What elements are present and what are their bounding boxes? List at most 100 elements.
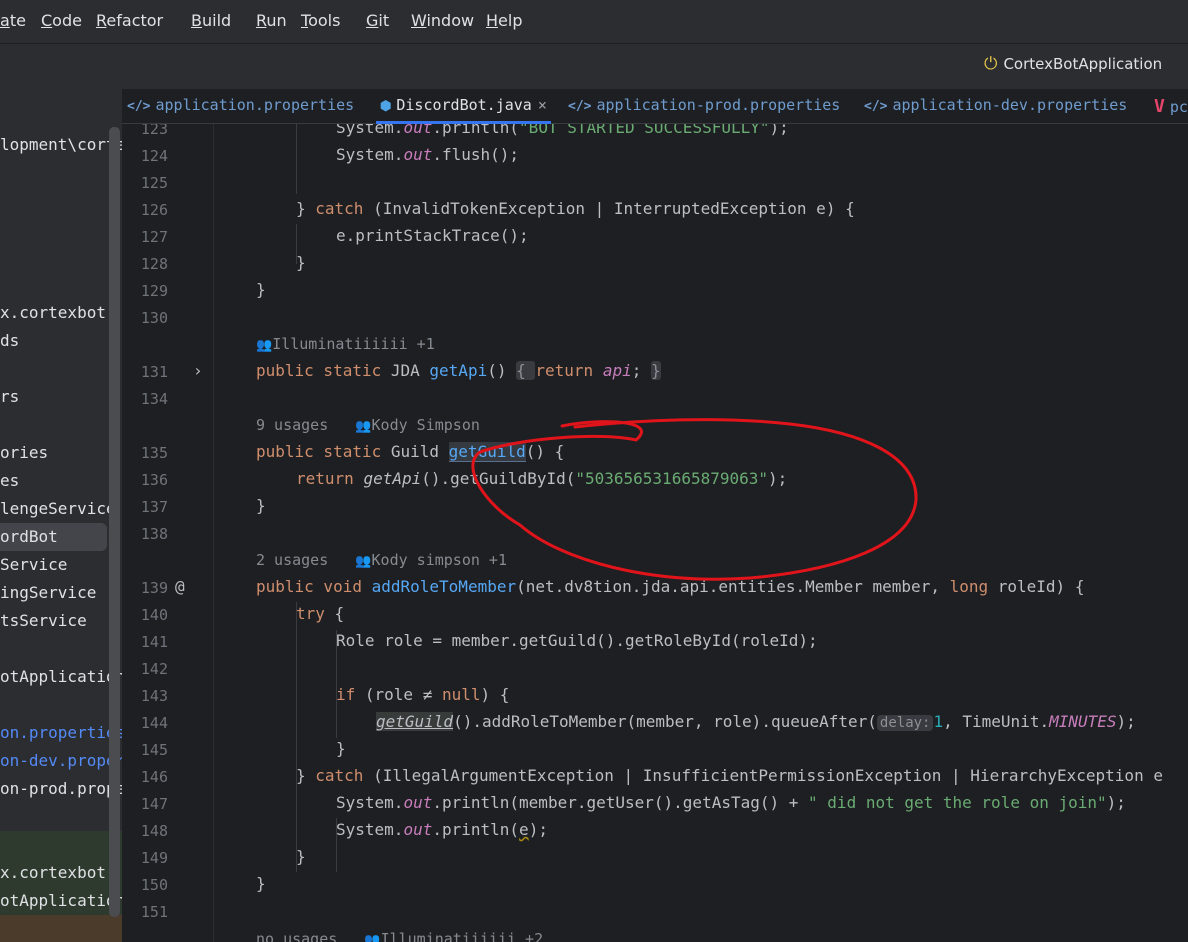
- code-token: out: [403, 820, 433, 839]
- menu-window[interactable]: Window: [411, 11, 474, 30]
- line-number: 150: [140, 876, 168, 894]
- menu-help[interactable]: Help: [486, 11, 522, 30]
- code-token: );: [1116, 712, 1136, 731]
- properties-file-icon: </>: [568, 99, 592, 114]
- code-line-123: System.out.println("BOT STARTED SUCCESSF…: [336, 124, 789, 137]
- tree-item[interactable]: es: [0, 467, 19, 495]
- indent-guide: [296, 124, 297, 194]
- tab-application-dev-properties[interactable]: </> application-dev.properties: [864, 96, 1127, 114]
- code-token: , TimeUnit.: [943, 712, 1050, 731]
- tree-item[interactable]: x.cortexbot: [0, 299, 106, 327]
- menu-tools[interactable]: Tools: [301, 11, 340, 30]
- tab-application-properties[interactable]: </> application.properties: [127, 96, 354, 114]
- code-token: catch: [315, 766, 364, 785]
- code-line-128: }: [296, 253, 306, 272]
- run-configuration-selector[interactable]: ⏻ CortexBotApplication: [984, 54, 1162, 74]
- menu-run[interactable]: Run: [256, 11, 287, 30]
- tab-discordbot-java[interactable]: ⬢ DiscordBot.java ×: [376, 96, 551, 124]
- tree-item[interactable]: x.cortexbot: [0, 859, 106, 887]
- tree-item[interactable]: on-dev.properties: [0, 747, 122, 775]
- code-token: roleId) {: [988, 577, 1085, 596]
- close-tab-icon[interactable]: ×: [538, 96, 547, 114]
- tree-item[interactable]: ds: [0, 327, 19, 355]
- tree-item[interactable]: ingService: [0, 579, 96, 607]
- code-line-131: public static JDA getApi() { return api;…: [256, 361, 661, 380]
- tab-overflow[interactable]: Vpc: [1154, 96, 1188, 117]
- menu-git[interactable]: Git: [366, 11, 389, 30]
- line-number: 141: [140, 633, 168, 651]
- code-token: "503656531665879063": [575, 469, 769, 488]
- tree-item[interactable]: ories: [0, 439, 48, 467]
- code-token: System.: [336, 820, 404, 839]
- code-token: public void: [256, 577, 362, 596]
- tree-item[interactable]: tsService: [0, 607, 87, 635]
- code-token: System.: [336, 793, 404, 812]
- code-token: catch: [315, 199, 364, 218]
- code-token: if: [336, 685, 356, 704]
- tab-application-prod-properties[interactable]: </> application-prod.properties: [568, 96, 840, 114]
- code-token: MINUTES: [1049, 712, 1117, 731]
- code-token: ().getGuildById(: [421, 469, 576, 488]
- line-number: 136: [140, 471, 168, 489]
- usages-hint[interactable]: 2 usages 👥Kody simpson +1: [256, 551, 507, 569]
- tree-item[interactable]: lengeService: [0, 495, 116, 523]
- tree-item[interactable]: Service: [0, 551, 67, 579]
- line-number: 123: [140, 124, 168, 138]
- code-token: }: [296, 766, 316, 785]
- line-number: 147: [140, 795, 168, 813]
- code-token: null: [441, 685, 481, 704]
- line-number: 129: [140, 282, 168, 300]
- tree-item[interactable]: rs: [0, 383, 19, 411]
- code-line-126: } catch (InvalidTokenException | Interru…: [296, 199, 855, 218]
- tab-label: application.properties: [155, 96, 355, 114]
- code-token: e: [519, 820, 529, 839]
- expand-fold-icon[interactable]: ›: [193, 361, 203, 380]
- code-token: );: [769, 124, 789, 137]
- tree-item[interactable]: lopment\cortex: [0, 131, 122, 159]
- code-token: public static: [256, 442, 382, 461]
- properties-file-icon: </>: [864, 99, 888, 114]
- menu-build[interactable]: Build: [191, 11, 231, 30]
- code-line-145: }: [336, 739, 346, 758]
- code-editor[interactable]: 123 124 125 126 127 128 129 130 131 134 …: [122, 124, 1188, 942]
- code-line-140: try {: [296, 604, 344, 623]
- line-number: 151: [140, 903, 168, 921]
- line-number: 130: [140, 309, 168, 327]
- folded-region[interactable]: }: [650, 361, 661, 380]
- code-token: .println(: [432, 124, 520, 137]
- code-token: api: [602, 361, 632, 380]
- menu-refactor[interactable]: Refactor: [96, 11, 163, 30]
- folded-region[interactable]: {: [516, 361, 536, 380]
- code-token: out: [403, 145, 433, 164]
- author-hint[interactable]: 👥Illuminatiiiiii +1: [256, 335, 435, 353]
- line-number: 127: [140, 228, 168, 246]
- tree-item[interactable]: on-prod.properties: [0, 775, 122, 803]
- line-number: 137: [140, 498, 168, 516]
- override-marker-icon[interactable]: @: [175, 577, 185, 596]
- menu-code[interactable]: Code: [41, 11, 82, 30]
- code-line-136: return getApi().getGuildById("5036565316…: [296, 469, 787, 488]
- code-line-124: System.out.flush();: [336, 145, 519, 164]
- tree-item[interactable]: otApplication: [0, 887, 122, 915]
- tab-label: application-prod.properties: [596, 96, 841, 114]
- code-line-146: } catch (IllegalArgumentException | Insu…: [296, 766, 1163, 785]
- tree-item-selected[interactable]: ordBot: [0, 523, 107, 551]
- sidebar-highlight-brown: [0, 915, 122, 942]
- code-token: Guild: [381, 442, 449, 461]
- code-token: (): [487, 361, 517, 380]
- person-icon: 👥: [355, 554, 372, 569]
- spring-boot-icon: ⏻: [984, 54, 998, 74]
- editor-tab-bar: </> application.properties ⬢ DiscordBot.ja…: [122, 89, 1188, 124]
- menu-navigate[interactable]: ate: [0, 11, 26, 30]
- sidebar-scrollbar[interactable]: [109, 127, 120, 917]
- run-config-label: CortexBotApplication: [1003, 55, 1163, 73]
- line-number: 139: [140, 579, 168, 597]
- hint-text: Kody simpson +1: [371, 551, 507, 569]
- usages-hint[interactable]: 9 usages 👥Kody Simpson: [256, 416, 480, 434]
- tree-item[interactable]: on.properties: [0, 719, 122, 747]
- usages-hint[interactable]: no usages 👥Illuminatiiiiii +2: [256, 930, 543, 942]
- code-line-137: }: [256, 496, 266, 515]
- tree-item[interactable]: otApplication: [0, 663, 122, 691]
- tab-label: DiscordBot.java: [396, 96, 532, 114]
